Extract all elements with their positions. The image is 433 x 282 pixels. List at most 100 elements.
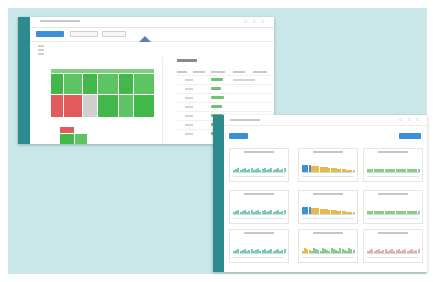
promo-image: ○ ○ ○ ○ ○ ○ [0, 0, 433, 282]
heatmap-cell[interactable] [119, 74, 133, 94]
widget-axis [302, 176, 354, 177]
tab-active[interactable] [36, 31, 64, 37]
row-text [185, 79, 193, 81]
heatmap-cell[interactable] [83, 95, 97, 117]
widget-chart [233, 206, 286, 214]
widget-card[interactable] [298, 229, 358, 263]
widget-card[interactable] [363, 229, 423, 263]
primary-button[interactable] [229, 133, 248, 139]
widget-axis [233, 218, 285, 219]
column-header [233, 71, 245, 73]
widget-baseline [233, 253, 285, 254]
heatmap-cell[interactable] [51, 95, 63, 117]
widget-baseline [233, 172, 285, 173]
widget-chart [302, 245, 355, 253]
widget-card[interactable] [229, 190, 289, 224]
column-header [193, 71, 205, 73]
widget-chart [302, 164, 355, 172]
profile-icon [138, 30, 152, 42]
status-bar [211, 96, 224, 99]
column-header [211, 71, 225, 73]
tab-tertiary[interactable] [102, 31, 126, 37]
widget-baseline [302, 253, 354, 254]
tab-secondary[interactable] [70, 31, 98, 37]
breadcrumb [40, 20, 80, 22]
row-text [185, 106, 193, 108]
widget-title [244, 193, 274, 195]
table-row[interactable] [177, 93, 273, 94]
widget-title [378, 151, 408, 153]
add-widget-button[interactable] [399, 133, 421, 139]
widget-chart [367, 206, 420, 214]
window-controls: ○ ○ ○ [399, 117, 421, 123]
widget-title [378, 193, 408, 195]
widget-title [313, 232, 343, 234]
widget-axis [367, 257, 419, 258]
widget-chart [367, 245, 420, 253]
widget-chart [233, 245, 286, 253]
tab-bar [30, 28, 274, 42]
widget-card[interactable] [363, 148, 423, 182]
breadcrumb [230, 119, 260, 121]
widget-card[interactable] [298, 190, 358, 224]
column-header [177, 71, 187, 73]
heatmap-cell[interactable] [75, 134, 87, 144]
left-nav-rail [18, 17, 30, 144]
top-bar: ○ ○ ○ [30, 17, 274, 28]
table-row[interactable] [177, 84, 273, 85]
heatmap-header [51, 69, 154, 73]
row-text [185, 124, 193, 126]
widget-axis [233, 176, 285, 177]
heatmap-cell[interactable] [134, 95, 154, 117]
widget-baseline [302, 172, 354, 173]
heatmap-cell[interactable] [119, 95, 133, 117]
widget-card[interactable] [229, 229, 289, 263]
widget-axis [302, 218, 354, 219]
heatmap-cell[interactable] [51, 74, 63, 94]
heatmap-cell[interactable] [98, 95, 118, 117]
heatmap-cell[interactable] [83, 74, 97, 94]
status-bar [211, 87, 221, 90]
widget-title [313, 193, 343, 195]
widget-title [244, 151, 274, 153]
heatmap-cell[interactable] [98, 74, 118, 94]
row-text [185, 97, 193, 99]
widget-card[interactable] [229, 148, 289, 182]
status-heatmap [51, 69, 154, 125]
top-bar: ○ ○ ○ [224, 115, 427, 126]
widget-title [378, 232, 408, 234]
window-controls: ○ ○ ○ [244, 19, 266, 25]
widget-baseline [302, 214, 354, 215]
heatmap-cell[interactable] [60, 127, 74, 133]
status-bar [211, 105, 222, 108]
widget-axis [367, 176, 419, 177]
status-bar [211, 78, 223, 81]
widget-title [313, 151, 343, 153]
heatmap-cell[interactable] [60, 134, 74, 144]
widget-baseline [233, 214, 285, 215]
panel-title [177, 59, 197, 62]
dashboard-screenshot-cards: ○ ○ ○ [213, 115, 427, 272]
widget-axis [302, 257, 354, 258]
widget-chart [367, 164, 420, 172]
filter-list [38, 45, 44, 56]
table-row[interactable] [177, 75, 273, 76]
secondary-heatmap [60, 127, 88, 144]
row-text [185, 88, 193, 90]
widget-chart [233, 164, 286, 172]
table-row[interactable] [177, 111, 273, 112]
heatmap-cell[interactable] [64, 74, 82, 94]
widget-chart [302, 206, 355, 214]
column-header [253, 71, 267, 73]
widget-axis [367, 218, 419, 219]
widget-card[interactable] [298, 148, 358, 182]
widget-baseline [367, 172, 419, 173]
heatmap-cell[interactable] [134, 74, 154, 94]
heatmap-cell[interactable] [64, 95, 82, 117]
row-text [185, 115, 193, 117]
table-row[interactable] [177, 102, 273, 103]
widget-baseline [367, 253, 419, 254]
widget-card[interactable] [363, 190, 423, 224]
row-text [185, 133, 193, 135]
left-nav-rail [213, 115, 224, 272]
